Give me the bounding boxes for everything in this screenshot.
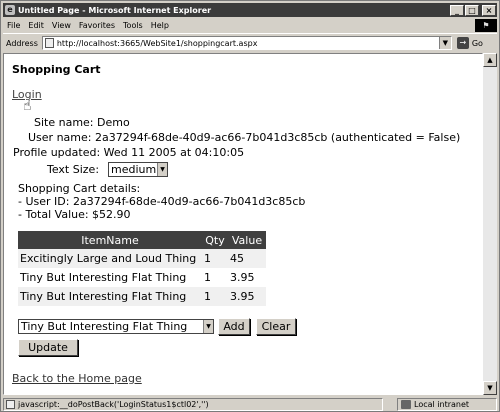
product-select-value: Tiny But Interesting Flat Thing (21, 320, 188, 333)
product-select[interactable]: Tiny But Interesting Flat Thing ▼ (18, 319, 214, 334)
chevron-down-icon: ▼ (203, 320, 213, 333)
title-bar: e Untitled Page - Microsoft Internet Exp… (3, 3, 497, 17)
header-qty: Qty (202, 231, 228, 249)
table-header-row: ItemName Qty Value (18, 231, 266, 249)
cell-qty: 1 (202, 268, 228, 287)
table-row: Excitingly Large and Loud Thing 1 45 (18, 249, 266, 268)
window-title: Untitled Page - Microsoft Internet Explo… (18, 5, 212, 15)
text-size-label: Text Size: (47, 163, 100, 176)
menu-tools[interactable]: Tools (119, 21, 147, 30)
text-size-value: medium (111, 163, 157, 176)
cell-qty: 1 (202, 249, 228, 268)
update-button[interactable]: Update (18, 339, 78, 356)
add-button[interactable]: Add (218, 318, 250, 335)
intranet-icon (401, 399, 411, 409)
menu-bar: File Edit View Favorites Tools Help ⚑ (3, 18, 497, 32)
address-url: http://localhost:3665/WebSite1/shoppingc… (56, 38, 258, 48)
address-label: Address (6, 38, 38, 48)
scroll-up-icon[interactable]: ▲ (483, 53, 497, 67)
vertical-scrollbar[interactable]: ▲ ▼ (483, 53, 497, 395)
go-label: Go (471, 38, 483, 48)
hand-cursor-icon: ☝ (23, 98, 32, 114)
browser-window: e Untitled Page - Microsoft Internet Exp… (0, 0, 500, 412)
menu-favorites[interactable]: Favorites (75, 21, 119, 30)
cell-itemname: Tiny But Interesting Flat Thing (18, 268, 202, 287)
cart-details-user: - User ID: 2a37294f-68de-40d9-ac66-7b041… (18, 195, 306, 208)
clear-button[interactable]: Clear (256, 318, 296, 335)
address-bar: Address http://localhost:3665/WebSite1/s… (3, 33, 497, 52)
user-name-value: 2a37294f-68de-40d9-ac66-7b041d3c85cb (au… (94, 131, 461, 144)
menu-edit[interactable]: Edit (24, 21, 48, 30)
cell-qty: 1 (202, 287, 228, 306)
header-itemname: ItemName (18, 231, 202, 249)
header-value: Value (228, 231, 266, 249)
table-row: Tiny But Interesting Flat Thing 1 3.95 (18, 287, 266, 306)
profile-updated-value: Wed 11 2005 at 04:10:05 (103, 146, 245, 159)
table-row: Tiny But Interesting Flat Thing 1 3.95 (18, 268, 266, 287)
site-name-label: Site name: (34, 116, 94, 129)
status-text: javascript:__doPostBack('LoginStatus1$ct… (18, 399, 209, 409)
address-input[interactable]: http://localhost:3665/WebSite1/shoppingc… (41, 36, 452, 50)
profile-updated-label: Profile updated: (13, 146, 101, 159)
page-icon (6, 399, 15, 409)
minimize-button[interactable]: _ (450, 4, 464, 16)
page-icon (44, 38, 54, 48)
site-name-value: Demo (97, 116, 130, 129)
close-button[interactable]: × (482, 4, 496, 16)
cell-itemname: Excitingly Large and Loud Thing (18, 249, 202, 268)
cart-details-total: - Total Value: $52.90 (18, 208, 131, 221)
menu-file[interactable]: File (3, 21, 24, 30)
ie-icon: e (5, 5, 15, 15)
status-text-area: javascript:__doPostBack('LoginStatus1$ct… (3, 397, 383, 411)
home-link[interactable]: Back to the Home page (12, 372, 142, 385)
page-content: Shopping Cart Login ☝ Site name: Demo Us… (3, 53, 483, 395)
cart-details-title: Shopping Cart details: (18, 182, 141, 195)
go-button[interactable]: → Go (456, 37, 483, 49)
scroll-down-icon[interactable]: ▼ (483, 381, 497, 395)
windows-logo-icon: ⚑ (475, 18, 497, 32)
status-bar: javascript:__doPostBack('LoginStatus1$ct… (3, 397, 497, 411)
text-size-select[interactable]: medium ▼ (108, 162, 168, 177)
cell-itemname: Tiny But Interesting Flat Thing (18, 287, 202, 306)
zone-text: Local intranet (414, 399, 470, 409)
cell-value: 45 (228, 249, 266, 268)
user-name-label: User name: (28, 131, 92, 144)
cell-value: 3.95 (228, 268, 266, 287)
chevron-down-icon: ▼ (157, 163, 167, 176)
maximize-button[interactable]: □ (465, 4, 479, 16)
address-dropdown-icon[interactable]: ▼ (438, 37, 451, 49)
security-zone: Local intranet (397, 397, 497, 411)
menu-view[interactable]: View (48, 21, 75, 30)
cell-value: 3.95 (228, 287, 266, 306)
menu-help[interactable]: Help (147, 21, 173, 30)
page-title: Shopping Cart (12, 63, 101, 76)
cart-table: ItemName Qty Value Excitingly Large and … (18, 231, 266, 306)
go-arrow-icon: → (456, 37, 469, 49)
